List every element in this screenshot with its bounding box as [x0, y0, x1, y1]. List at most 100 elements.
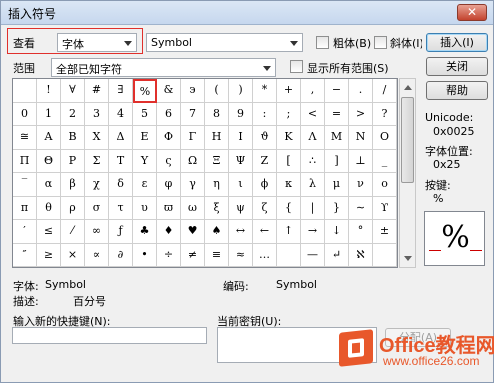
symbol-cell[interactable]: }: [325, 196, 349, 220]
new-shortcut-input[interactable]: [12, 327, 207, 344]
symbol-cell[interactable]: −: [325, 79, 349, 103]
grid-scrollbar[interactable]: [399, 78, 416, 268]
symbol-cell[interactable]: #: [85, 79, 109, 103]
symbol-cell[interactable]: Ν: [349, 126, 373, 150]
symbol-cell[interactable]: ϒ: [373, 196, 397, 220]
symbol-cell[interactable]: *: [253, 79, 277, 103]
symbol-cell[interactable]: 6: [157, 102, 181, 126]
symbol-cell[interactable]: ξ: [205, 196, 229, 220]
symbol-cell[interactable]: ]: [325, 149, 349, 173]
symbol-cell[interactable]: Χ: [85, 126, 109, 150]
symbol-cell[interactable]: 7: [181, 102, 205, 126]
symbol-cell[interactable]: [373, 243, 397, 267]
symbol-cell[interactable]: →: [301, 220, 325, 244]
scroll-thumb[interactable]: [401, 97, 414, 183]
symbol-cell[interactable]: 9: [229, 102, 253, 126]
range-select[interactable]: 全部已知字符: [51, 58, 276, 77]
symbol-cell[interactable]: α: [37, 173, 61, 197]
symbol-cell[interactable]: 1: [37, 102, 61, 126]
symbol-cell[interactable]: ∞: [85, 220, 109, 244]
symbol-cell[interactable]: Υ: [133, 149, 157, 173]
symbol-cell[interactable]: <: [301, 102, 325, 126]
symbol-cell[interactable]: Κ: [277, 126, 301, 150]
symbol-cell[interactable]: ∂: [109, 243, 133, 267]
symbol-cell[interactable]: ω: [181, 196, 205, 220]
symbol-cell[interactable]: Μ: [325, 126, 349, 150]
symbol-cell[interactable]: ;: [277, 102, 301, 126]
symbol-cell[interactable]: ≡: [205, 243, 229, 267]
view-select[interactable]: 字体: [57, 33, 137, 52]
symbol-cell[interactable]: ‾: [13, 173, 37, 197]
scroll-down-icon[interactable]: [404, 256, 412, 261]
symbol-cell[interactable]: Π: [13, 149, 37, 173]
symbol-cell[interactable]: ′: [13, 220, 37, 244]
symbol-cell[interactable]: μ: [325, 173, 349, 197]
symbol-cell[interactable]: °: [349, 220, 373, 244]
symbol-cell[interactable]: !: [37, 79, 61, 103]
symbol-cell[interactable]: .: [349, 79, 373, 103]
symbol-cell[interactable]: +: [277, 79, 301, 103]
symbol-cell[interactable]: •: [133, 243, 157, 267]
close-button[interactable]: 关闭: [426, 57, 488, 76]
symbol-cell[interactable]: λ: [301, 173, 325, 197]
symbol-cell[interactable]: ψ: [229, 196, 253, 220]
symbol-cell[interactable]: ÷: [157, 243, 181, 267]
symbol-cell[interactable]: Φ: [157, 126, 181, 150]
symbol-cell[interactable]: Η: [205, 126, 229, 150]
symbol-cell[interactable]: ,: [301, 79, 325, 103]
symbol-cell[interactable]: β: [61, 173, 85, 197]
symbol-cell[interactable]: ε: [133, 173, 157, 197]
symbol-cell[interactable]: ″: [13, 243, 37, 267]
italic-checkbox[interactable]: [374, 36, 387, 49]
symbol-cell[interactable]: /: [373, 79, 397, 103]
symbol-cell[interactable]: ≥: [37, 243, 61, 267]
symbol-cell[interactable]: [: [277, 149, 301, 173]
symbol-cell[interactable]: Γ: [181, 126, 205, 150]
symbol-cell[interactable]: Δ: [109, 126, 133, 150]
symbol-cell[interactable]: Ο: [373, 126, 397, 150]
symbol-cell[interactable]: ρ: [61, 196, 85, 220]
symbol-cell[interactable]: ↔: [229, 220, 253, 244]
symbol-cell[interactable]: ≠: [181, 243, 205, 267]
bold-checkbox[interactable]: [316, 36, 329, 49]
symbol-cell[interactable]: ϕ: [253, 173, 277, 197]
symbol-cell[interactable]: Ζ: [253, 149, 277, 173]
symbol-cell[interactable]: ∃: [109, 79, 133, 103]
symbol-cell[interactable]: ϖ: [157, 196, 181, 220]
symbol-cell[interactable]: ⁄: [61, 220, 85, 244]
symbol-cell[interactable]: 4: [109, 102, 133, 126]
symbol-cell[interactable]: Ψ: [229, 149, 253, 173]
symbol-cell[interactable]: Θ: [37, 149, 61, 173]
symbol-cell[interactable]: ∼: [349, 196, 373, 220]
symbol-cell[interactable]: Τ: [109, 149, 133, 173]
symbol-cell[interactable]: χ: [85, 173, 109, 197]
symbol-cell[interactable]: 8: [205, 102, 229, 126]
symbol-cell[interactable]: Α: [37, 126, 61, 150]
symbol-cell[interactable]: γ: [181, 173, 205, 197]
symbol-cell[interactable]: ±: [373, 220, 397, 244]
symbol-cell[interactable]: :: [253, 102, 277, 126]
symbol-cell[interactable]: ν: [349, 173, 373, 197]
symbol-cell[interactable]: ≅: [13, 126, 37, 150]
symbol-cell[interactable]: (: [205, 79, 229, 103]
symbol-cell[interactable]: ×: [61, 243, 85, 267]
symbol-cell[interactable]: ς: [157, 149, 181, 173]
symbol-cell[interactable]: θ: [37, 196, 61, 220]
symbol-cell[interactable]: 2: [61, 102, 85, 126]
symbol-cell[interactable]: 3: [85, 102, 109, 126]
symbol-cell[interactable]: ♣: [133, 220, 157, 244]
symbol-cell[interactable]: ⊥: [349, 149, 373, 173]
symbol-cell[interactable]: Ε: [133, 126, 157, 150]
symbol-cell[interactable]: κ: [277, 173, 301, 197]
symbol-cell[interactable]: ↑: [277, 220, 301, 244]
symbol-cell[interactable]: π: [13, 196, 37, 220]
symbol-cell[interactable]: =: [325, 102, 349, 126]
symbol-cell[interactable]: ↵: [325, 243, 349, 267]
symbol-cell[interactable]: δ: [109, 173, 133, 197]
symbol-cell[interactable]: ♠: [205, 220, 229, 244]
symbol-cell[interactable]: ∴: [301, 149, 325, 173]
symbol-cell[interactable]: η: [205, 173, 229, 197]
symbol-cell[interactable]: Β: [61, 126, 85, 150]
symbol-cell[interactable]: >: [349, 102, 373, 126]
symbol-cell[interactable]: Ω: [181, 149, 205, 173]
